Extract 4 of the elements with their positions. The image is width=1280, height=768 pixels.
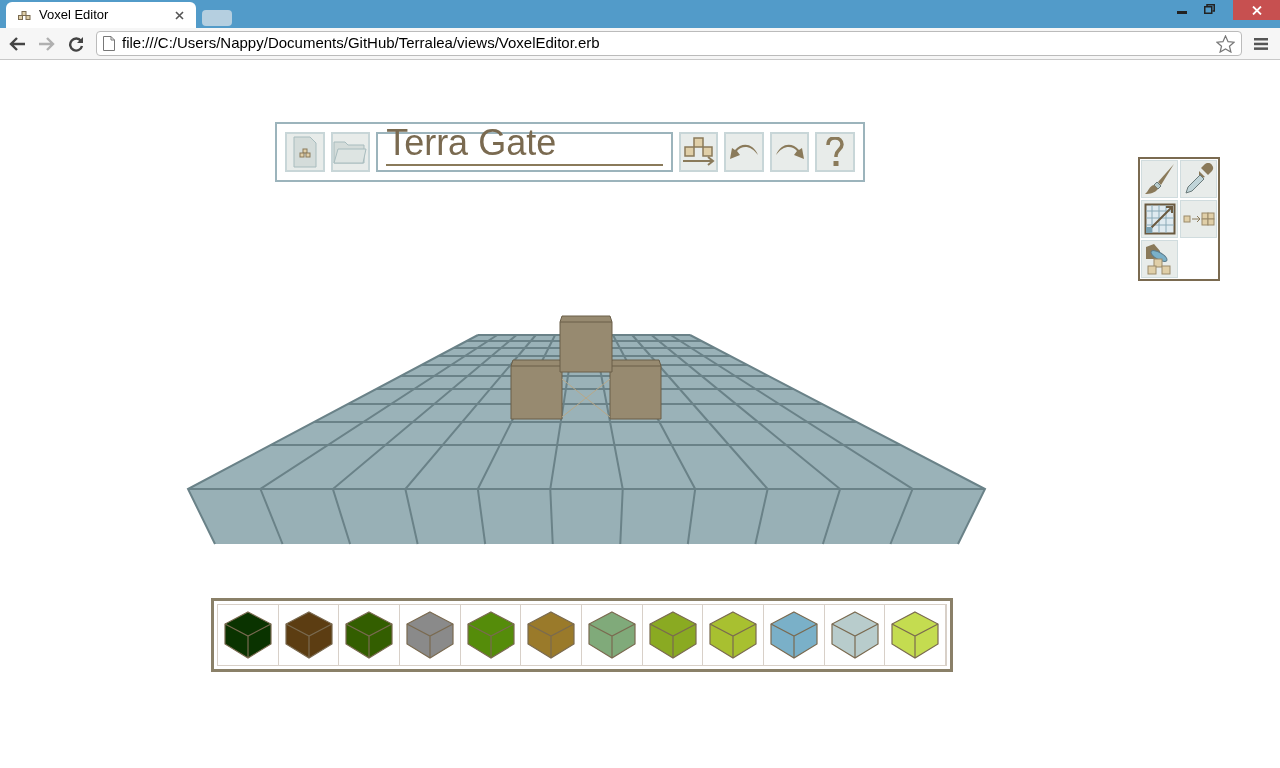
address-text: file:///C:/Users/Nappy/Documents/GitHub/Terralea/views/VoxelEditor.erb (122, 33, 601, 54)
browser-tab[interactable]: Voxel Editor (6, 2, 196, 28)
tab-title: Voxel Editor (39, 6, 110, 25)
address-bar[interactable]: file:///C:/Users/Nappy/Documents/GitHub/Terralea/views/VoxelEditor.erb (96, 31, 1242, 56)
